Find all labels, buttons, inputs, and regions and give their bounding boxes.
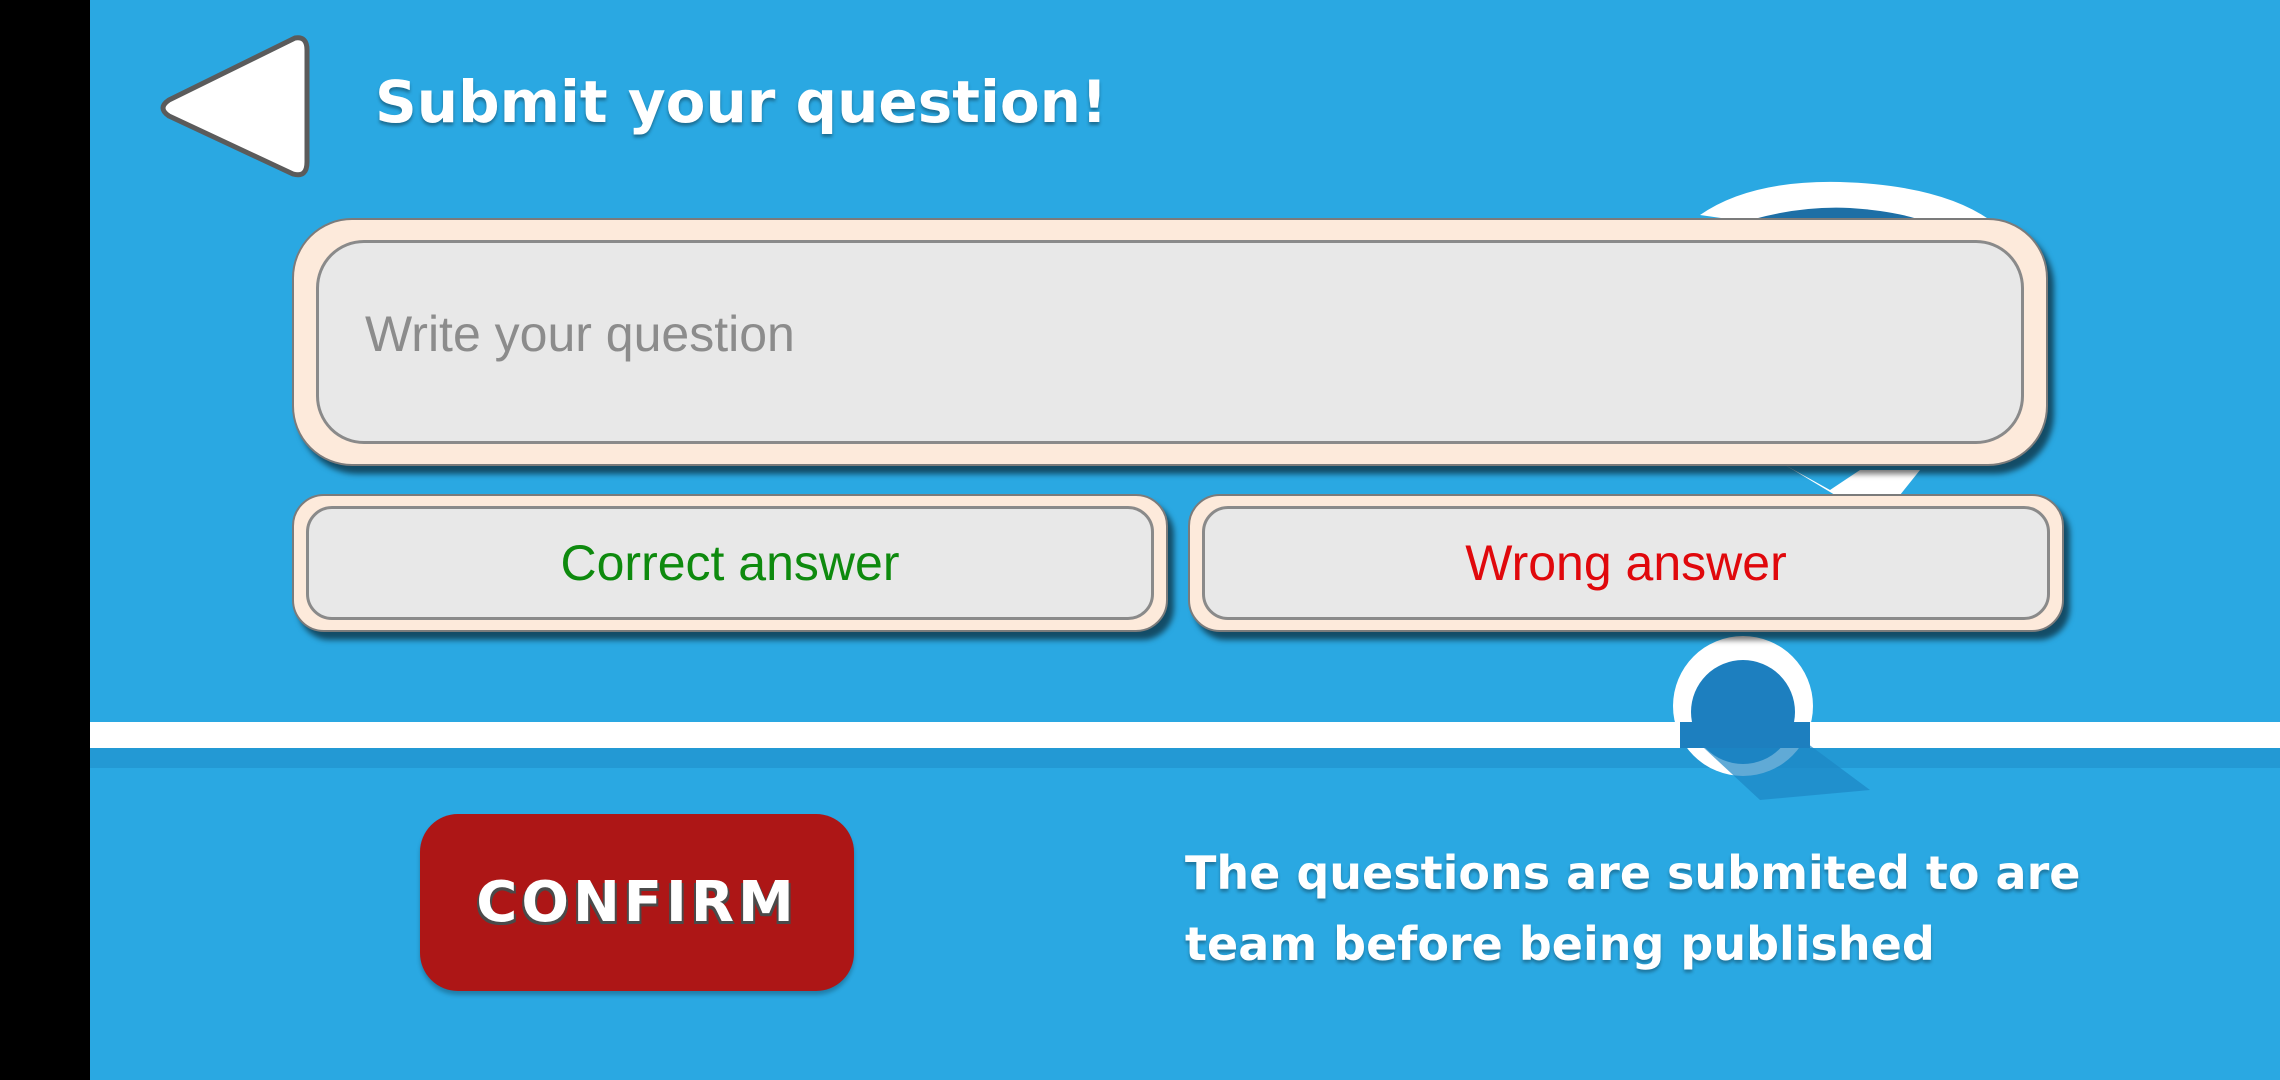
question-input[interactable] (319, 243, 2021, 441)
question-field-frame (316, 240, 2024, 444)
confirm-button[interactable]: CONFIRM (420, 814, 854, 991)
submission-note: The questions are submited to are team b… (1185, 846, 2081, 971)
correct-answer-input[interactable] (309, 509, 1151, 617)
back-triangle-icon (160, 35, 310, 178)
correct-answer-frame (306, 506, 1154, 620)
submit-question-screen: Submit your question! CONFIRM The questi… (90, 0, 2280, 1080)
wrong-answer-frame (1202, 506, 2050, 620)
page-title: Submit your question! (375, 68, 1108, 136)
confirm-button-label: CONFIRM (476, 870, 798, 935)
question-card (292, 218, 2048, 466)
correct-answer-card (292, 494, 1168, 632)
wrong-answer-input[interactable] (1205, 509, 2047, 617)
back-button[interactable] (155, 30, 315, 185)
wrong-answer-card (1188, 494, 2064, 632)
